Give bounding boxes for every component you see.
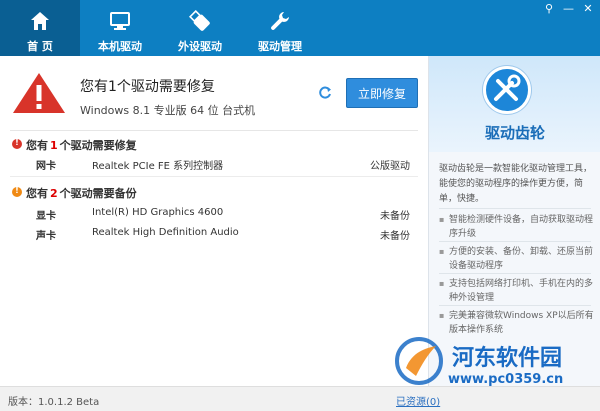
backup-prefix: 您有 <box>26 187 48 200</box>
divider <box>439 241 591 242</box>
driver-row[interactable]: 显卡 Intel(R) HD Graphics 4600 未备份 <box>36 204 410 224</box>
watermark-logo-icon <box>395 337 443 385</box>
backup-section-title: 您有 2 个驱动需要备份 <box>26 185 137 201</box>
tab-label: 本机驱动 <box>98 40 142 53</box>
feature-item: 完美兼容微软Windows XP以后所有版本操作系统 <box>439 309 595 337</box>
backup-count: 2 <box>50 187 58 200</box>
device-type: 显卡 <box>36 211 56 222</box>
minimize-button[interactable]: — <box>561 2 577 15</box>
tab-label: 首 页 <box>27 40 53 53</box>
brand-name: 驱动齿轮 <box>484 124 545 142</box>
device-name: Realtek High Definition Audio <box>92 227 239 238</box>
watermark-name: 河东软件园 <box>452 345 563 371</box>
repair-prefix: 您有 <box>26 139 48 152</box>
home-icon <box>31 12 49 30</box>
side-panel: 驱动齿轮 驱动齿轮是一款智能化驱动管理工具，能使您的驱动程序的操作更方便，简单，… <box>428 56 600 386</box>
status-headline: 您有1个驱动需要修复 <box>80 79 215 95</box>
tab-home[interactable]: 首 页 <box>0 0 80 56</box>
watermark-url: www.pc0359.cn <box>448 372 564 387</box>
device-status: 公版驱动 <box>370 161 410 172</box>
status-bar: 版本：1.0.1.2 Beta 已资源(0) <box>0 386 600 411</box>
repair-now-button[interactable]: 立即修复 <box>346 78 418 108</box>
product-description: 驱动齿轮是一款智能化驱动管理工具，能使您的驱动程序的操作更方便，简单，快捷。 <box>439 164 593 204</box>
divider <box>439 208 591 209</box>
tools-icon <box>494 74 521 101</box>
feature-item: 方便的安装、备份、卸载、还原当前设备驱动程序 <box>439 245 595 273</box>
refresh-icon[interactable] <box>318 86 332 100</box>
device-status: 未备份 <box>380 211 410 222</box>
warning-icon <box>13 73 65 113</box>
divider <box>10 130 418 131</box>
divider <box>10 176 418 177</box>
repair-section-title: 您有 1 个驱动需要修复 <box>26 137 137 153</box>
warning-dot-icon <box>12 186 22 197</box>
feature-item: 智能检测硬件设备，自动获取驱动程序升级 <box>439 213 595 241</box>
device-type: 网卡 <box>36 161 56 172</box>
driver-row[interactable]: 网卡 Realtek PCIe FE 系列控制器 公版驱动 <box>36 154 410 174</box>
usb-icon <box>189 10 210 31</box>
backup-suffix: 个驱动需要备份 <box>59 187 137 200</box>
window-controls: ⚲ — ✕ <box>541 2 596 15</box>
repair-suffix: 个驱动需要修复 <box>59 139 137 152</box>
tab-local-drivers[interactable]: 本机驱动 <box>80 0 160 56</box>
device-type: 声卡 <box>36 231 56 242</box>
divider <box>439 273 591 274</box>
device-status: 未备份 <box>380 231 410 242</box>
monitor-icon <box>110 12 130 30</box>
system-info: Windows 8.1 专业版 64 位 台式机 <box>80 104 256 117</box>
tab-peripheral-drivers[interactable]: 外设驱动 <box>160 0 240 56</box>
pin-button[interactable]: ⚲ <box>541 2 557 15</box>
repair-count: 1 <box>50 139 58 152</box>
tab-label: 外设驱动 <box>178 40 222 53</box>
close-button[interactable]: ✕ <box>580 2 596 15</box>
device-name: Intel(R) HD Graphics 4600 <box>92 207 224 218</box>
tab-driver-management[interactable]: 驱动管理 <box>240 0 320 56</box>
wrench-icon <box>271 12 289 30</box>
version-label: 版本：1.0.1.2 Beta <box>8 397 100 408</box>
device-name: Realtek PCIe FE 系列控制器 <box>92 161 224 172</box>
gear-logo-icon <box>483 66 531 114</box>
feedback-link[interactable]: 已资源(0) <box>396 393 440 408</box>
driver-row[interactable]: 声卡 Realtek High Definition Audio 未备份 <box>36 224 410 244</box>
divider <box>439 305 591 306</box>
main-panel: 您有1个驱动需要修复 Windows 8.1 专业版 64 位 台式机 立即修复… <box>0 56 428 386</box>
tab-label: 驱动管理 <box>258 40 302 53</box>
brand-banner: 驱动齿轮 <box>429 56 600 152</box>
top-nav-bar: 首 页 本机驱动 外设驱动 驱动管理 ⚲ — ✕ <box>0 0 600 56</box>
error-icon <box>12 138 22 149</box>
feature-item: 支持包括网络打印机、手机在内的多种外设管理 <box>439 277 595 305</box>
